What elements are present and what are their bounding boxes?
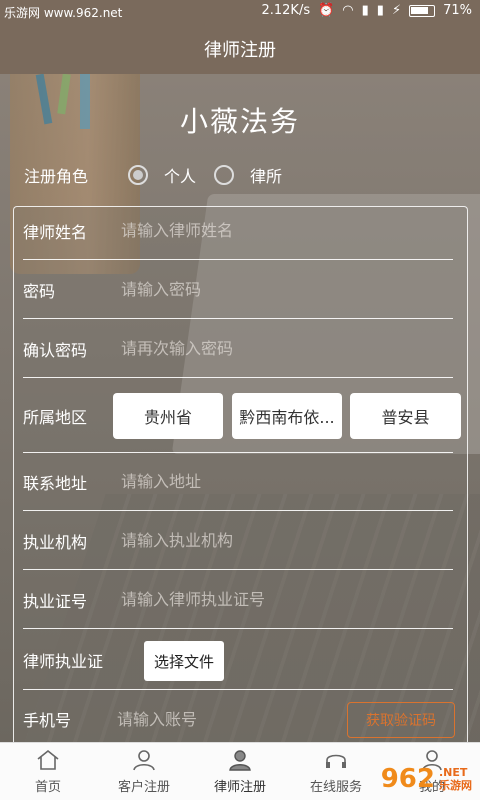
lawyer-name-input[interactable]: [121, 221, 453, 240]
watermark-logo-mark: 962: [380, 764, 435, 794]
nav-lawyer-register[interactable]: 律师注册: [192, 743, 288, 800]
headset-icon: [323, 748, 349, 772]
lawyer-name-label: 律师姓名: [23, 222, 88, 242]
lawyer-icon: [227, 748, 253, 772]
status-bar: 乐游网 www.962.net 2.12K/s ⏰ ◠ ▮ ▮ ⚡ 71%: [0, 0, 480, 24]
role-option-label: 律所: [250, 167, 283, 186]
nav-label: 律师注册: [213, 780, 266, 795]
page-title: 律师注册: [204, 40, 276, 61]
license-file-row: 律师执业证: [23, 630, 453, 690]
status-watermark: 乐游网 www.962.net: [4, 6, 123, 20]
confirm-password-row: 确认密码: [23, 320, 453, 378]
home-icon: [35, 748, 61, 772]
institution-input[interactable]: [121, 531, 453, 550]
region-label: 所属地区: [23, 407, 88, 427]
signal-icon: ▮: [361, 3, 369, 18]
nav-customer-register[interactable]: 客户注册: [96, 743, 192, 800]
watermark-line: 乐游网: [439, 779, 472, 792]
license-no-label: 执业证号: [23, 591, 88, 611]
battery-icon: [409, 4, 436, 17]
role-option-label: 个人: [164, 167, 197, 186]
confirm-password-label: 确认密码: [23, 340, 88, 360]
license-file-label: 律师执业证: [23, 651, 104, 671]
institution-label: 执业机构: [23, 532, 88, 552]
phone-label: 手机号: [23, 711, 72, 730]
role-option-firm[interactable]: 律所: [214, 163, 300, 187]
choose-file-button[interactable]: 选择文件: [144, 641, 224, 681]
confirm-password-input[interactable]: [121, 339, 453, 358]
role-option-personal[interactable]: 个人: [128, 163, 214, 187]
license-no-input[interactable]: [121, 590, 453, 609]
radio-personal[interactable]: [128, 165, 148, 185]
title-bar: 律师注册: [0, 24, 480, 74]
password-label: 密码: [23, 281, 56, 301]
county-select[interactable]: 普安县: [350, 393, 461, 439]
watermark-text: .NET 乐游网: [439, 766, 472, 792]
battery-percent: 71%: [443, 3, 472, 18]
alarm-icon: ⏰: [318, 3, 335, 18]
address-label: 联系地址: [23, 473, 88, 493]
institution-row: 执业机构: [23, 512, 453, 570]
password-row: 密码: [23, 261, 453, 319]
radio-firm[interactable]: [214, 165, 235, 185]
address-input[interactable]: [121, 472, 453, 491]
license-no-row: 执业证号: [23, 571, 453, 629]
app-name: 小薇法务: [179, 105, 300, 138]
role-row: 注册角色 个人 律所: [24, 160, 300, 190]
prefecture-select[interactable]: 黔西南布依...: [232, 393, 342, 439]
lawyer-name-row: 律师姓名: [23, 202, 453, 260]
phone-input[interactable]: [117, 709, 307, 729]
nav-label: 在线服务: [309, 780, 362, 795]
get-code-button[interactable]: 获取验证码: [347, 702, 455, 738]
net-speed: 2.12K/s: [261, 3, 311, 18]
nav-home[interactable]: 首页: [0, 743, 96, 800]
province-select[interactable]: 贵州省: [113, 393, 223, 439]
role-label: 注册角色: [24, 167, 89, 186]
nav-label: 客户注册: [117, 780, 170, 795]
nav-online-service[interactable]: 在线服务: [288, 743, 384, 800]
password-input[interactable]: [121, 280, 453, 299]
address-row: 联系地址: [23, 453, 453, 511]
watermark-logo: 962 .NET 乐游网: [381, 764, 472, 794]
nav-label: 首页: [34, 780, 61, 795]
status-indicators: 2.12K/s ⏰ ◠ ▮ ▮ ⚡ 71%: [261, 3, 472, 18]
watermark-line: .NET: [439, 766, 468, 779]
charging-icon: ⚡: [391, 3, 402, 18]
wifi-icon: ◠: [342, 3, 354, 18]
signal-icon-2: ▮: [376, 3, 384, 18]
person-icon: [131, 748, 157, 772]
